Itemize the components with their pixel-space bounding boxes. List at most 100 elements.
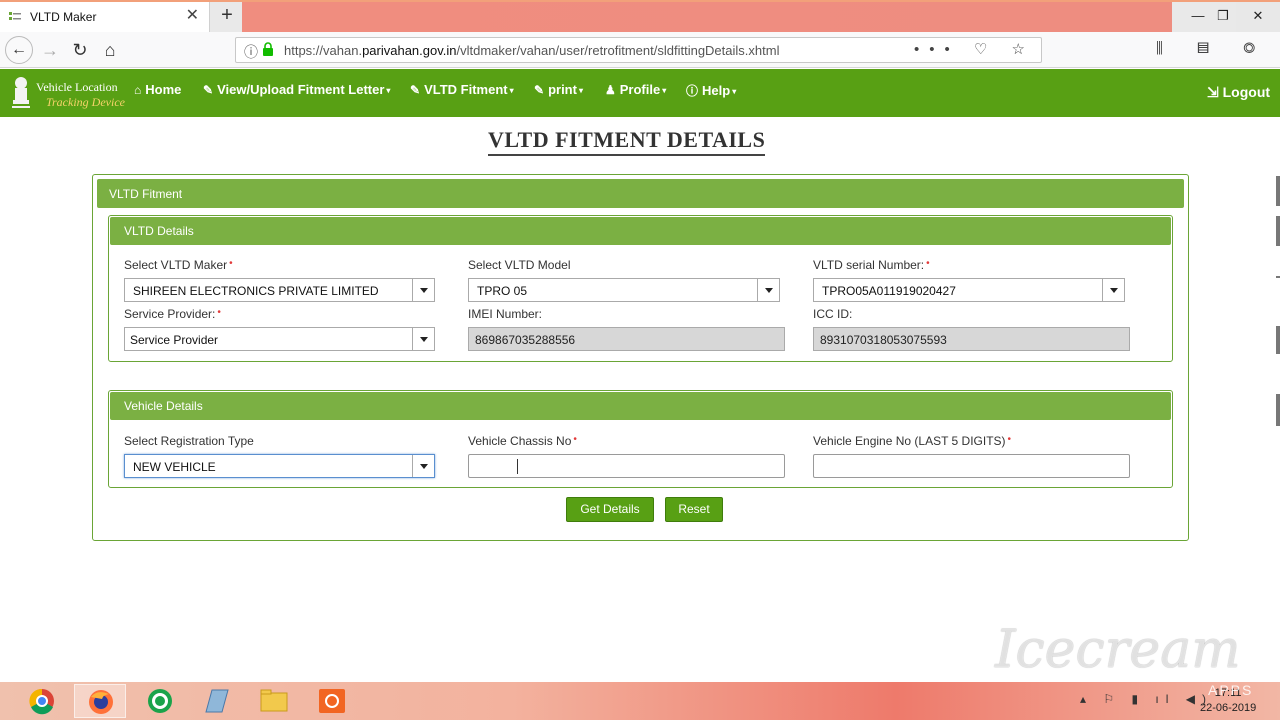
app-logo[interactable]: Vehicle Location Tracking Device bbox=[8, 73, 125, 113]
firefox-icon bbox=[89, 690, 113, 714]
reload-icon[interactable]: ↻ bbox=[68, 38, 92, 62]
address-bar[interactable]: ⓘ https://vahan.parivahan.gov.in/vltdmak… bbox=[235, 37, 1042, 63]
browser-tab-bar: VLTD Maker ✕ + — ❐ ✕ bbox=[0, 0, 1280, 32]
watermark-logo: Icecream bbox=[995, 620, 1241, 680]
vltd-serial-label: VLTD serial Number: • bbox=[813, 258, 930, 272]
taskbar-app-circle[interactable] bbox=[134, 684, 186, 718]
dropdown-arrow-icon[interactable] bbox=[412, 455, 434, 477]
vltd-maker-select[interactable]: SHIREEN ELECTRONICS PRIVATE LIMITED bbox=[124, 278, 435, 302]
vltd-serial-value: TPRO05A011919020427 bbox=[822, 284, 956, 298]
vltd-model-select[interactable]: TPRO 05 bbox=[468, 278, 780, 302]
user-icon: ♟ bbox=[605, 83, 616, 97]
required-marker: • bbox=[573, 434, 577, 445]
required-marker: • bbox=[926, 258, 930, 269]
caret-down-icon: ▾ bbox=[732, 87, 737, 97]
menu-profile-label: Profile bbox=[619, 82, 661, 97]
menu-help-label: Help bbox=[702, 83, 731, 98]
icc-id-field: 8931070318053075593 bbox=[813, 327, 1130, 351]
page-actions-icons[interactable]: ••• ♡ ☆ bbox=[914, 40, 1035, 58]
menu-view-upload-fitment-letter[interactable]: ✎ View/Upload Fitment Letter ▾ bbox=[203, 82, 390, 97]
vltd-details-header: VLTD Details bbox=[110, 217, 1171, 245]
tab-strip-background bbox=[242, 2, 1172, 32]
page-title: VLTD FITMENT DETAILS bbox=[488, 127, 766, 156]
home-icon[interactable]: ⌂ bbox=[98, 38, 122, 62]
chassis-no-input[interactable] bbox=[468, 454, 785, 478]
registration-type-value: NEW VEHICLE bbox=[133, 460, 216, 474]
home-icon: ⌂ bbox=[134, 83, 142, 97]
menu-view-upload-label: View/Upload Fitment Letter bbox=[217, 82, 385, 97]
taskbar-file-explorer[interactable] bbox=[248, 684, 300, 718]
taskbar-notepad[interactable] bbox=[190, 684, 242, 718]
engine-no-label: Vehicle Engine No (LAST 5 DIGITS) • bbox=[813, 434, 1012, 448]
logo-title: Vehicle Location bbox=[36, 80, 118, 94]
notepad-icon bbox=[205, 689, 229, 713]
registration-type-label: Select Registration Type bbox=[124, 434, 254, 448]
chrome-icon bbox=[29, 688, 54, 715]
recorder-icon bbox=[319, 689, 345, 713]
close-window-button[interactable]: ✕ bbox=[1236, 2, 1280, 32]
vltd-maker-label: Select VLTD Maker • bbox=[124, 258, 233, 272]
dropdown-arrow-icon[interactable] bbox=[412, 328, 434, 350]
reset-button[interactable]: Reset bbox=[665, 497, 723, 522]
scrollbar-track[interactable] bbox=[1274, 176, 1280, 426]
dropdown-arrow-icon[interactable] bbox=[1102, 279, 1124, 301]
browser-navigation-bar: ← → ↻ ⌂ ⓘ https://vahan.parivahan.gov.in… bbox=[0, 32, 1280, 68]
service-provider-value: Service Provider bbox=[130, 333, 219, 347]
registration-type-select[interactable]: NEW VEHICLE bbox=[124, 454, 435, 478]
icc-id-value: 8931070318053075593 bbox=[820, 333, 947, 347]
tab-title: VLTD Maker bbox=[30, 10, 97, 24]
taskbar-screen-recorder[interactable] bbox=[306, 684, 358, 718]
browser-tab-vltd-maker[interactable]: VLTD Maker ✕ bbox=[0, 2, 210, 32]
tag-icon: ✎ bbox=[203, 83, 214, 97]
menu-vltd-fitment-label: VLTD Fitment bbox=[424, 82, 508, 97]
site-info-icon[interactable]: ⓘ bbox=[244, 42, 258, 62]
taskbar-chrome[interactable] bbox=[16, 684, 68, 718]
circle-app-icon bbox=[148, 689, 172, 713]
text-cursor-icon bbox=[517, 459, 521, 474]
watermark-subtext: APPS bbox=[1208, 682, 1254, 698]
info-icon: ⓘ bbox=[686, 84, 699, 98]
service-provider-label: Service Provider: • bbox=[124, 307, 221, 321]
browser-toolbar-icons[interactable]: ⫼ ▤ ◎ ≡ bbox=[1156, 40, 1280, 57]
back-arrow-icon[interactable]: ← bbox=[5, 36, 33, 64]
logout-button[interactable]: ⇲ Logout bbox=[1207, 84, 1270, 101]
dropdown-arrow-icon[interactable] bbox=[757, 279, 779, 301]
menu-help[interactable]: ⓘ Help ▾ bbox=[686, 82, 736, 99]
vltd-model-value: TPRO 05 bbox=[477, 284, 528, 298]
icc-id-label: ICC ID: bbox=[813, 307, 853, 321]
logout-icon: ⇲ bbox=[1207, 84, 1219, 100]
menu-home[interactable]: ⌂ Home bbox=[134, 82, 181, 97]
paperclip-icon: ✎ bbox=[410, 83, 421, 97]
menu-profile[interactable]: ♟ Profile ▾ bbox=[605, 82, 666, 97]
menu-vltd-fitment[interactable]: ✎ VLTD Fitment ▾ bbox=[410, 82, 514, 97]
windows-taskbar: ▴ ⚐ ▮ ıl ◀) 17:11 22-06-2019 bbox=[0, 682, 1280, 720]
url-text: https://vahan.parivahan.gov.in/vltdmaker… bbox=[284, 43, 780, 58]
imei-field: 869867035288556 bbox=[468, 327, 785, 351]
imei-label: IMEI Number: bbox=[468, 307, 543, 321]
taskbar-firefox[interactable] bbox=[74, 684, 126, 718]
caret-down-icon: ▾ bbox=[662, 86, 667, 96]
menu-home-label: Home bbox=[145, 82, 182, 97]
national-emblem-icon bbox=[12, 77, 30, 108]
system-tray-icons[interactable]: ▴ ⚐ ▮ ıl ◀) bbox=[1080, 692, 1213, 706]
new-tab-button[interactable]: + bbox=[216, 5, 238, 27]
app-header: Vehicle Location Tracking Device ⌂ Home ✎… bbox=[0, 69, 1280, 117]
site-favicon-icon bbox=[9, 12, 21, 20]
menu-print[interactable]: ✎ print ▾ bbox=[534, 82, 583, 97]
required-marker: • bbox=[217, 307, 221, 318]
logout-label: Logout bbox=[1222, 84, 1271, 100]
get-details-button[interactable]: Get Details bbox=[566, 497, 654, 522]
vltd-maker-value: SHIREEN ELECTRONICS PRIVATE LIMITED bbox=[133, 284, 379, 298]
vltd-model-label: Select VLTD Model bbox=[468, 258, 571, 272]
required-marker: • bbox=[1007, 434, 1012, 445]
caret-down-icon: ▾ bbox=[509, 86, 514, 96]
tab-close-icon[interactable]: ✕ bbox=[186, 8, 199, 24]
forward-arrow-icon[interactable]: → bbox=[38, 38, 62, 62]
vltd-serial-select[interactable]: TPRO05A011919020427 bbox=[813, 278, 1125, 302]
engine-no-input[interactable] bbox=[813, 454, 1130, 478]
vehicle-details-header: Vehicle Details bbox=[110, 392, 1171, 420]
paperclip-icon: ✎ bbox=[534, 83, 545, 97]
imei-value: 869867035288556 bbox=[475, 333, 576, 347]
dropdown-arrow-icon[interactable] bbox=[412, 279, 434, 301]
service-provider-select[interactable]: Service Provider bbox=[124, 327, 435, 351]
